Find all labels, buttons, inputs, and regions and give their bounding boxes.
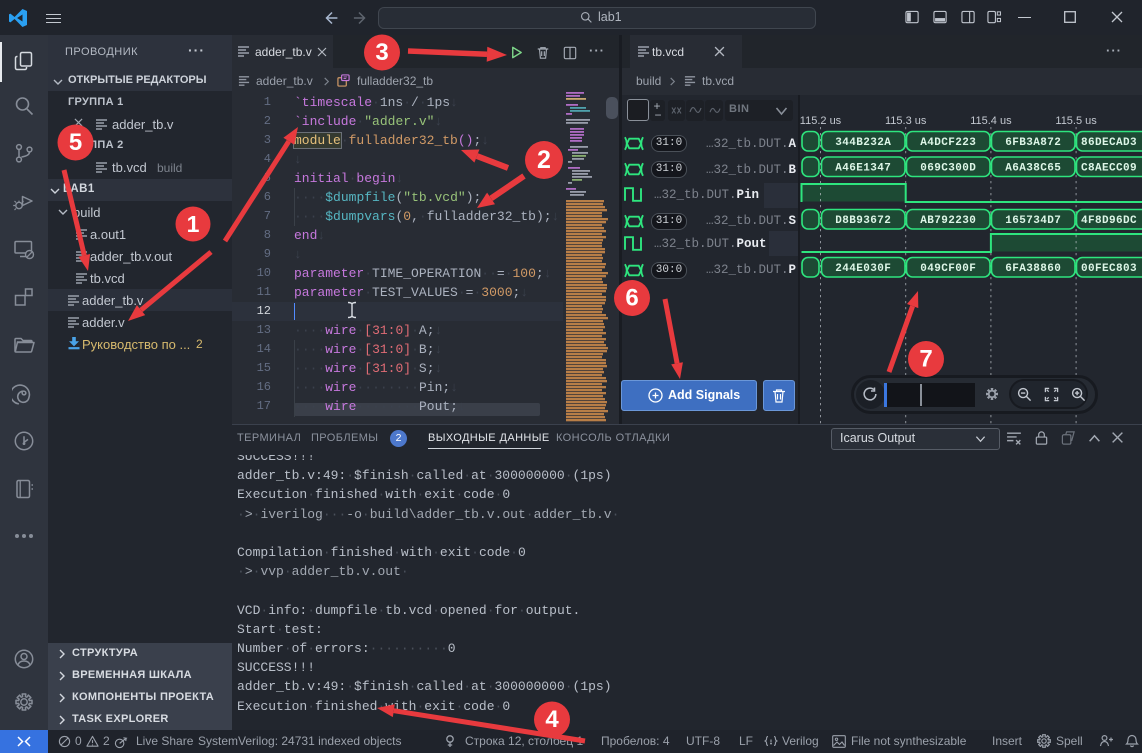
svg-text:AB792230: AB792230 bbox=[920, 215, 976, 227]
svg-text:165734D7: 165734D7 bbox=[1005, 215, 1061, 227]
svg-text:86DECAD3: 86DECAD3 bbox=[1081, 137, 1137, 149]
svg-text:344B232A: 344B232A bbox=[835, 137, 891, 149]
svg-text:C8AECC09: C8AECC09 bbox=[1081, 163, 1137, 175]
svg-text:049CF00F: 049CF00F bbox=[920, 263, 976, 275]
svg-text:D8B93672: D8B93672 bbox=[835, 215, 891, 227]
svg-text:A46E1347: A46E1347 bbox=[835, 163, 891, 175]
svg-text:244E030F: 244E030F bbox=[835, 263, 891, 275]
svg-text:069C300D: 069C300D bbox=[920, 163, 976, 175]
svg-text:A6A38C65: A6A38C65 bbox=[1005, 163, 1061, 175]
svg-text:6FA38860: 6FA38860 bbox=[1005, 263, 1061, 275]
svg-text:A4DCF223: A4DCF223 bbox=[920, 137, 976, 149]
svg-text:6FB3A872: 6FB3A872 bbox=[1005, 137, 1061, 149]
svg-text:00FEC803: 00FEC803 bbox=[1081, 263, 1137, 275]
svg-text:4F8D96DC: 4F8D96DC bbox=[1081, 215, 1137, 227]
